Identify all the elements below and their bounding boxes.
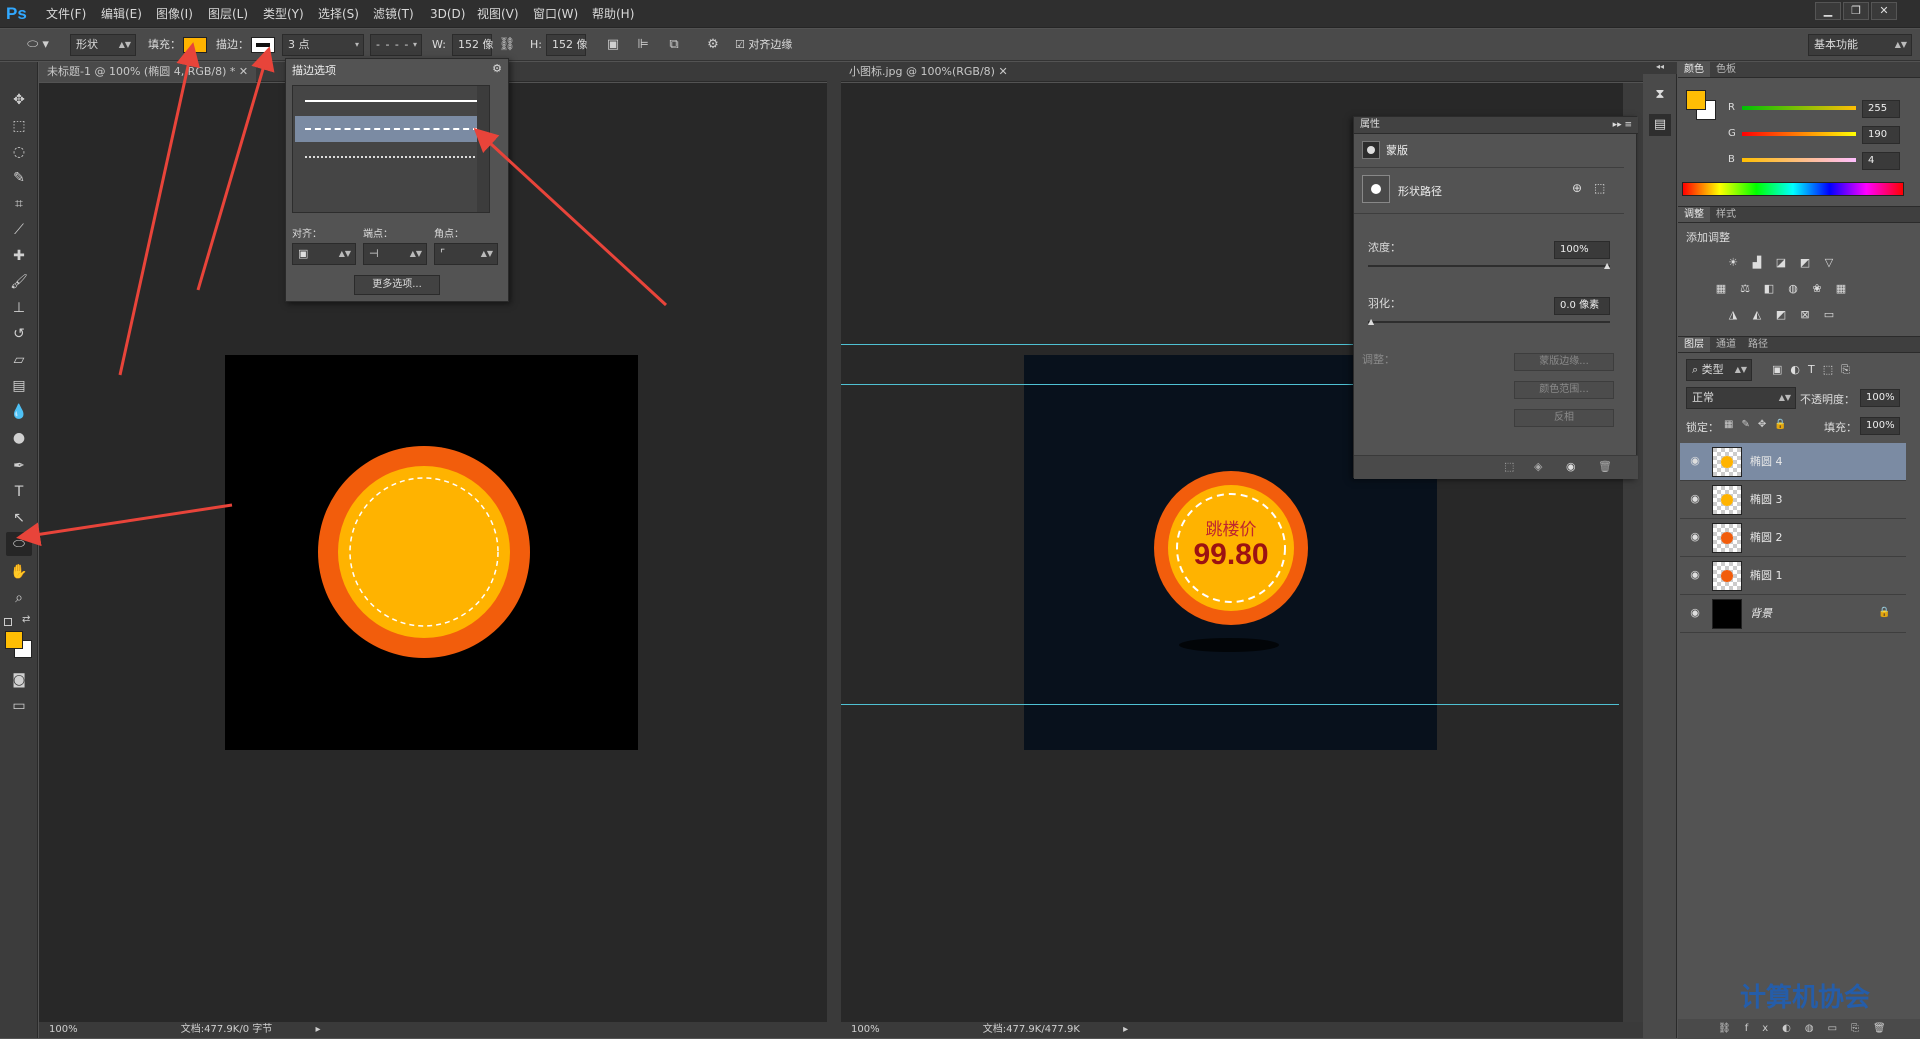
arrow-to-dashed-preset: [473, 127, 668, 307]
arrow-to-ellipse-tool: [16, 503, 233, 547]
annotation-arrows: [16, 42, 668, 547]
arrow-to-fill: [118, 42, 200, 376]
arrow-to-stroke: [196, 46, 275, 291]
